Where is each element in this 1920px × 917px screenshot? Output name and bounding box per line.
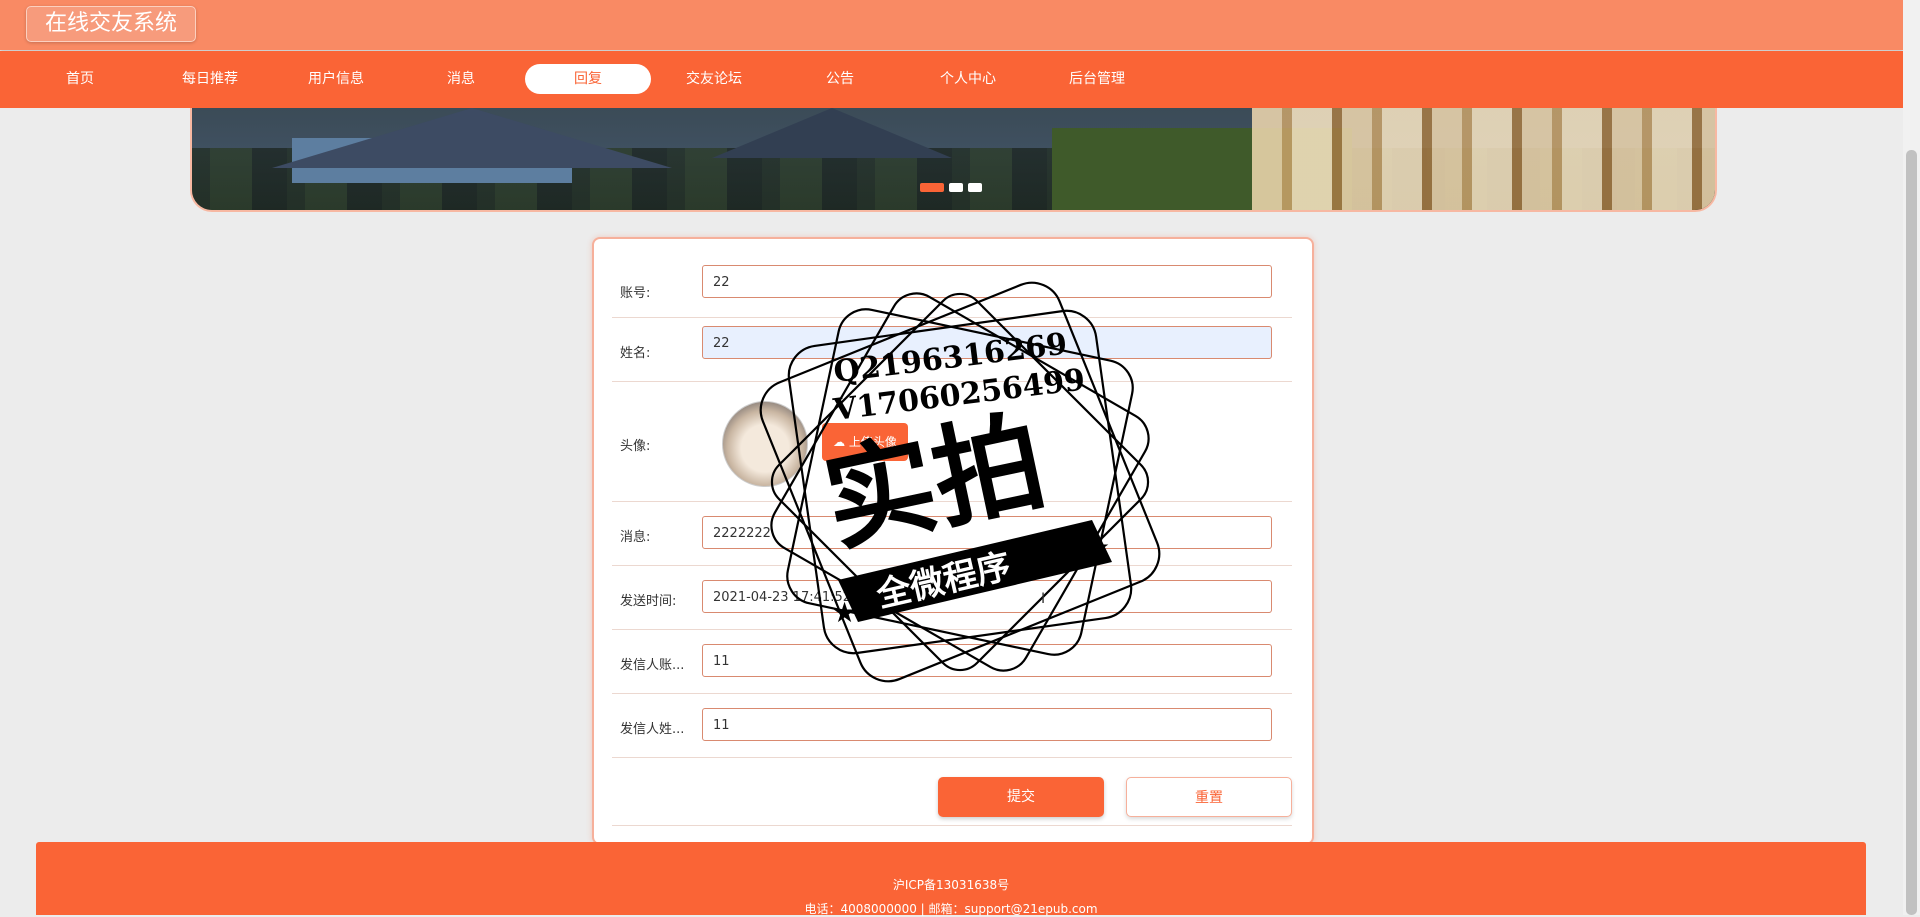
nav-item-personal-center[interactable]: 个人中心 (905, 64, 1031, 94)
form-row-account: 账号: 22 (612, 259, 1292, 318)
avatar (722, 401, 808, 487)
scrollbar-thumb[interactable] (1906, 150, 1917, 915)
carousel-dot-3[interactable] (968, 183, 982, 192)
form-row-avatar: 头像: ☁ 上传头像 (612, 381, 1292, 502)
top-header: 在线交友系统 (0, 0, 1903, 50)
reset-button[interactable]: 重置 (1126, 777, 1292, 817)
form-row-message: 消息: 2222222 (612, 501, 1292, 566)
sender-name-label: 发信人姓... (620, 722, 685, 737)
account-label: 账号: (620, 286, 651, 301)
upload-avatar-button[interactable]: ☁ 上传头像 (822, 423, 908, 461)
nav-item-reply[interactable]: 回复 (525, 64, 651, 94)
account-input[interactable]: 22 (702, 265, 1272, 298)
avatar-label: 头像: (620, 439, 651, 454)
form-row-send-time: 发送时间: 2021-04-23 17:41:52 (612, 565, 1292, 630)
footer: 沪ICP备13031638号 电话：4008000000 | 邮箱：suppor… (36, 842, 1866, 916)
send-time-label: 发送时间: (620, 594, 677, 609)
form-row-name: 姓名: 22 (612, 317, 1292, 382)
footer-contact: 电话：4008000000 | 邮箱：support@21epub.com (804, 902, 1098, 916)
send-time-input[interactable]: 2021-04-23 17:41:52 (702, 580, 1272, 613)
nav-item-user-info[interactable]: 用户信息 (273, 64, 399, 94)
form-row-sender-name: 发信人姓... 11 (612, 693, 1292, 758)
cloud-upload-icon: ☁ (833, 435, 846, 449)
site-title[interactable]: 在线交友系统 (26, 6, 197, 42)
form-row-sender-account: 发信人账... 11 (612, 629, 1292, 694)
nav-item-daily-recommend[interactable]: 每日推荐 (147, 64, 273, 94)
sender-account-input[interactable]: 11 (702, 644, 1272, 677)
nav-item-notice[interactable]: 公告 (777, 64, 903, 94)
nav-item-home[interactable]: 首页 (17, 64, 143, 94)
name-label: 姓名: (620, 346, 651, 361)
main-nav: 首页 每日推荐 用户信息 消息 回复 交友论坛 公告 个人中心 后台管理 (0, 51, 1903, 108)
nav-item-forum[interactable]: 交友论坛 (651, 64, 777, 94)
carousel-dot-1[interactable] (920, 183, 944, 192)
banner-image-roof (272, 108, 672, 168)
banner-image-building (1252, 108, 1715, 210)
footer-icp: 沪ICP备13031638号 (892, 878, 1010, 892)
banner-carousel[interactable] (190, 108, 1717, 212)
sender-account-label: 发信人账... (620, 658, 685, 673)
nav-item-admin[interactable]: 后台管理 (1034, 64, 1160, 94)
upload-avatar-label: 上传头像 (848, 435, 897, 449)
sender-name-input[interactable]: 11 (702, 708, 1272, 741)
form-actions: 提交 重置 (612, 757, 1292, 826)
message-input[interactable]: 2222222 (702, 516, 1272, 549)
name-input[interactable]: 22 (702, 326, 1272, 359)
banner-image-roof (712, 108, 952, 158)
reply-form: 账号: 22 姓名: 22 头像: ☁ 上传头像 消息: 2222222 发送时… (592, 237, 1314, 845)
carousel-dot-2[interactable] (949, 183, 963, 192)
text-cursor-icon: I (1041, 591, 1046, 607)
submit-button[interactable]: 提交 (938, 777, 1104, 817)
message-label: 消息: (620, 530, 651, 545)
nav-item-messages[interactable]: 消息 (398, 64, 524, 94)
